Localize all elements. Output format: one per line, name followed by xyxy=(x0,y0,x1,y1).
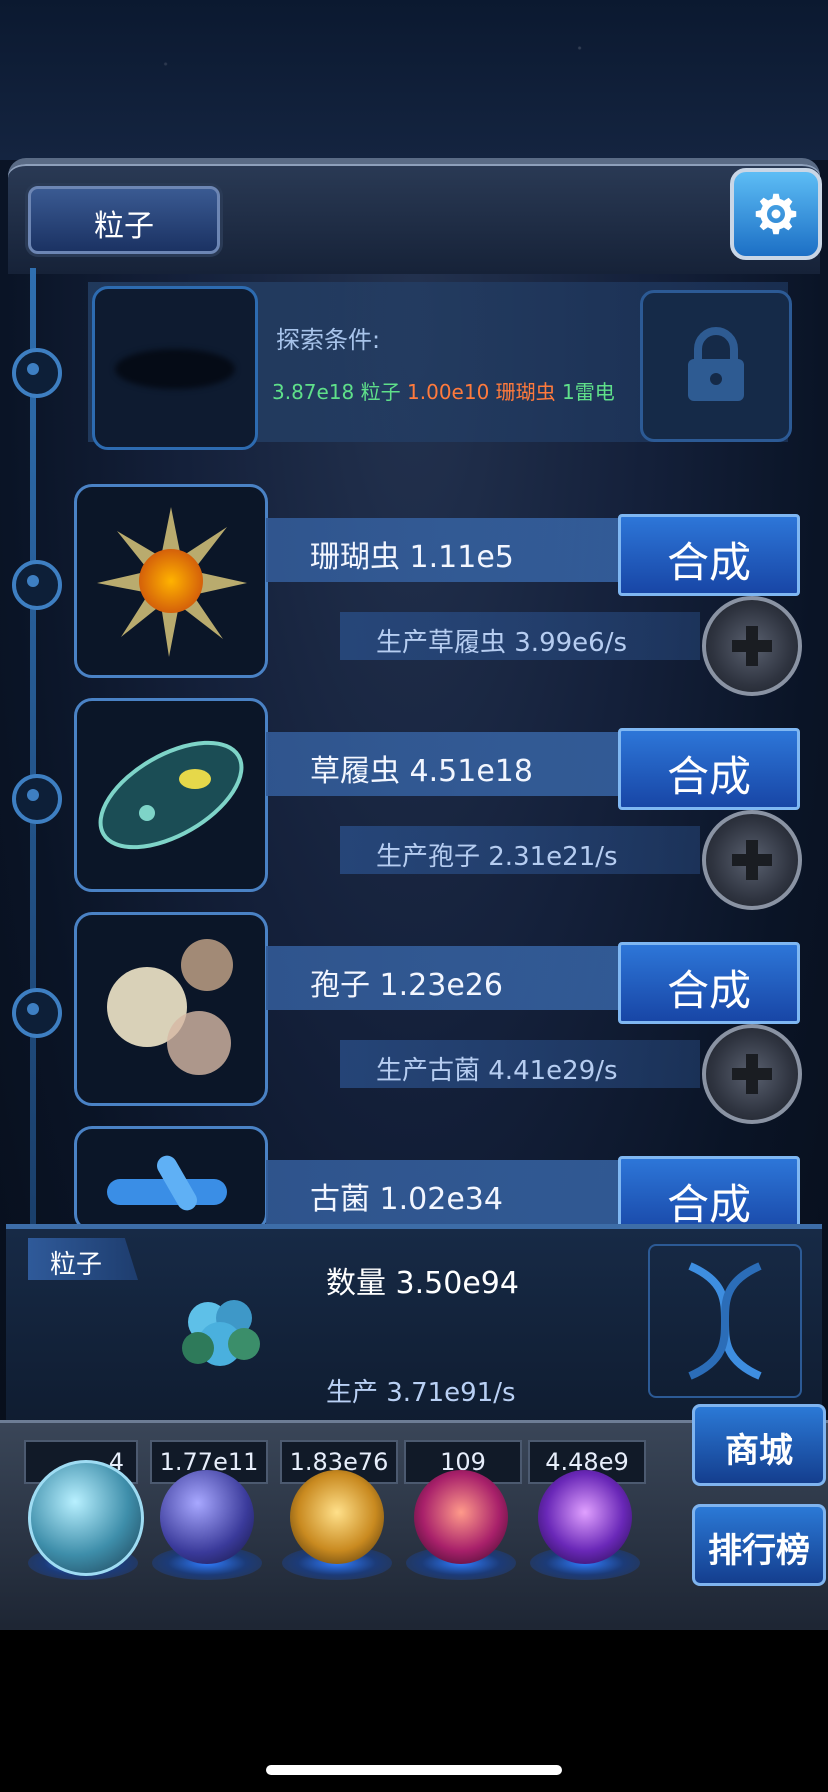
rail-node xyxy=(12,560,62,610)
plus-button[interactable] xyxy=(702,596,802,696)
name-bar: 孢子 1.23e26 xyxy=(266,946,626,1010)
req-particles: 3.87e18 粒子 xyxy=(272,380,401,404)
production-text: 生产孢子 2.31e21/s xyxy=(376,842,618,872)
particle-icon xyxy=(168,1282,278,1392)
spore-creature-image xyxy=(107,939,233,1075)
rail-node-locked xyxy=(12,348,62,398)
synthesize-button[interactable]: 合成 xyxy=(618,514,800,596)
particle-production: 生产 3.71e91/s xyxy=(326,1378,516,1408)
ranking-button[interactable]: 排行榜 xyxy=(692,1504,826,1586)
particle-count: 数量 3.50e94 xyxy=(326,1266,519,1301)
synthesize-button[interactable]: 合成 xyxy=(618,728,800,810)
spore-thumb xyxy=(74,912,268,1106)
settings-button[interactable] xyxy=(730,168,822,260)
row-name: 古菌 1.02e34 xyxy=(310,1182,503,1217)
lightning-orb[interactable] xyxy=(160,1470,254,1564)
vortex-orb[interactable] xyxy=(538,1470,632,1564)
production-bar: 生产古菌 4.41e29/s xyxy=(340,1040,700,1088)
row-name: 珊瑚虫 1.11e5 xyxy=(310,540,514,575)
archaea-thumb xyxy=(74,1126,268,1232)
lock-icon xyxy=(688,327,744,401)
particle-orb[interactable] xyxy=(28,1460,144,1576)
coral-thumb xyxy=(74,484,268,678)
title-plate: 粒子 xyxy=(28,186,220,254)
archaea-creature-image xyxy=(107,1155,227,1211)
row-name: 孢子 1.23e26 xyxy=(310,968,503,1003)
explore-condition-label: 探索条件: xyxy=(276,326,381,354)
production-bar: 生产孢子 2.31e21/s xyxy=(340,826,700,874)
coral-creature-image xyxy=(97,507,247,657)
lock-button[interactable] xyxy=(640,290,792,442)
name-bar: 草履虫 4.51e18 xyxy=(266,732,626,796)
galaxy-orb[interactable] xyxy=(290,1470,384,1564)
space-background xyxy=(0,0,828,160)
paramecium-creature-image xyxy=(98,740,244,850)
home-indicator[interactable] xyxy=(266,1765,562,1775)
plus-button[interactable] xyxy=(702,810,802,910)
req-lightning: 1雷电 xyxy=(562,380,615,404)
synthesize-button[interactable]: 合成 xyxy=(618,942,800,1024)
rail-node xyxy=(12,774,62,824)
paramecium-thumb xyxy=(74,698,268,892)
name-bar: 古菌 1.02e34 xyxy=(266,1160,626,1224)
req-coral: 1.00e10 珊瑚虫 xyxy=(407,380,556,404)
rail-node xyxy=(12,988,62,1038)
locked-creature-thumb xyxy=(92,286,258,450)
info-tag: 粒子 xyxy=(28,1238,138,1280)
gear-icon xyxy=(755,193,797,235)
plus-button[interactable] xyxy=(702,1024,802,1124)
production-text: 生产草履虫 3.99e6/s xyxy=(376,628,627,658)
shop-button[interactable]: 商城 xyxy=(692,1404,826,1486)
row-name: 草履虫 4.51e18 xyxy=(310,754,533,789)
brain-orb[interactable] xyxy=(414,1470,508,1564)
production-bar: 生产草履虫 3.99e6/s xyxy=(340,612,700,660)
progress-rail xyxy=(30,268,36,1228)
dna-icon[interactable] xyxy=(648,1244,802,1398)
page-title: 粒子 xyxy=(94,209,154,244)
explore-requirements: 3.87e18 粒子 1.00e10 珊瑚虫 1雷电 xyxy=(272,376,615,405)
production-text: 生产古菌 4.41e29/s xyxy=(376,1056,618,1086)
name-bar: 珊瑚虫 1.11e5 xyxy=(266,518,626,582)
